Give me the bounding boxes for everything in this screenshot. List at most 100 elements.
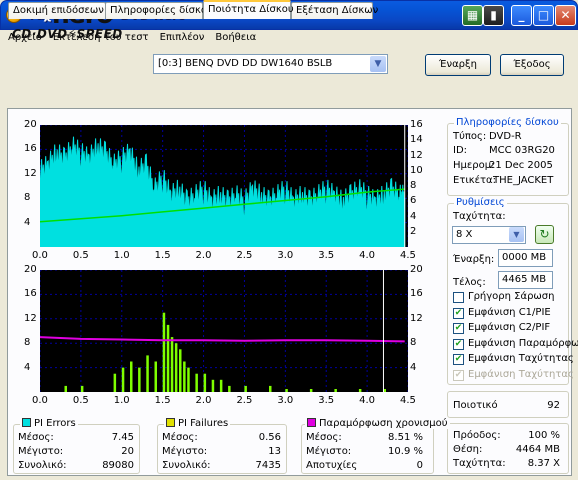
pi-failures-bar bbox=[269, 385, 272, 392]
y-tick-label: 8 bbox=[24, 192, 31, 204]
cd-dvd-speed-logo: CD·DVD⚡SPEED bbox=[12, 27, 123, 41]
x-tick-label: 2.5 bbox=[236, 395, 253, 406]
checkbox-2[interactable]: ✔ bbox=[453, 323, 464, 334]
y-tick-label: 4 bbox=[24, 361, 31, 373]
quality-label: Ποιοτικό bbox=[453, 400, 498, 411]
pi-failures-bar bbox=[244, 385, 247, 392]
pi-failures-avg-label: Μέσος: bbox=[162, 432, 198, 443]
disc-type-label: Τύπος: bbox=[453, 131, 487, 142]
pi-failures-title-text: PI Failures bbox=[178, 418, 229, 429]
pi-failures-total: 7435 bbox=[255, 460, 281, 471]
jitter-fail: 0 bbox=[416, 460, 423, 471]
y-tick-label: 20 bbox=[24, 264, 37, 275]
start-input[interactable]: 0000 MB bbox=[498, 249, 553, 267]
checkbox-label-5: Εμφάνιση Ταχύτητας bbox=[468, 368, 574, 380]
y2-tick-label: 4 bbox=[410, 361, 417, 373]
tab-benchmark[interactable]: Δοκιμή επιδόσεων bbox=[8, 2, 106, 19]
pi-failures-stats: PI Failures Μέσος: 0.56 Μέγιστο: 13 Συνο… bbox=[157, 418, 287, 474]
x-tick-label: 0.0 bbox=[32, 250, 48, 261]
y-tick-label: 16 bbox=[24, 143, 37, 155]
y2-tick-label: 8 bbox=[410, 180, 417, 191]
checkbox-5: ✔ bbox=[453, 369, 464, 381]
jitter-color bbox=[307, 418, 316, 427]
x-tick-label: 4.5 bbox=[400, 250, 416, 261]
y2-tick-label: 16 bbox=[410, 288, 423, 300]
pi-failures-bar bbox=[162, 312, 166, 392]
x-tick-label: 3.5 bbox=[318, 250, 335, 261]
disc-info-group: Πληροφορίες δίσκου Τύπος: DVD-R ID: MCC … bbox=[447, 117, 569, 196]
speed-select-value: 8 X bbox=[456, 229, 473, 240]
x-tick-label: 3.5 bbox=[318, 395, 335, 406]
y2-tick-label: 20 bbox=[410, 264, 423, 275]
jitter-title: Παραμόρφωση χρονισμού bbox=[305, 418, 450, 429]
pi-failures-max-label: Μέγιστο: bbox=[162, 446, 208, 457]
jitter-max: 10.9 % bbox=[388, 446, 423, 457]
x-tick-label: 4.0 bbox=[359, 395, 376, 406]
pi-failures-bar bbox=[219, 379, 223, 392]
pi-failures-bar bbox=[309, 389, 313, 392]
position-label: Θέση: bbox=[453, 444, 483, 455]
pi-failures-bar bbox=[64, 385, 67, 392]
pi-failures-bar bbox=[195, 373, 198, 392]
pi-failures-bar bbox=[183, 361, 186, 392]
speed-select[interactable]: 8 X ▼ bbox=[452, 226, 526, 244]
drive-select-value: [0:3] BENQ DVD DD DW1640 BSLB bbox=[158, 58, 333, 69]
menu-extra[interactable]: Επιπλέον bbox=[152, 30, 208, 47]
settings-group: Ρυθμίσεις Ταχύτητα: 8 X ▼ ↻ Έναρξη: 0000… bbox=[447, 197, 578, 385]
x-tick-label: 4.5 bbox=[400, 395, 416, 406]
pi-errors-avg: 7.45 bbox=[111, 432, 134, 443]
disc-type-value: DVD-R bbox=[489, 131, 522, 142]
x-tick-label: 0.5 bbox=[72, 395, 89, 406]
pi-failures-bar bbox=[166, 324, 170, 392]
pi-failures-bar bbox=[174, 343, 178, 392]
checkbox-1[interactable]: ✔ bbox=[453, 307, 464, 319]
y2-tick-label: 12 bbox=[410, 149, 423, 161]
y2-tick-label: 4 bbox=[410, 210, 417, 222]
checkbox-label-3: Εμφάνιση Παραμόρφω bbox=[468, 337, 578, 349]
disc-date-value: 21 Dec 2005 bbox=[489, 160, 553, 171]
end-input[interactable]: 4465 MB bbox=[498, 271, 553, 289]
pi-errors-total-label: Συνολικό: bbox=[18, 460, 67, 471]
refresh-icon[interactable]: ↻ bbox=[535, 225, 554, 244]
minimize-button[interactable]: _ bbox=[511, 5, 532, 26]
exit-button[interactable]: Έξοδος bbox=[500, 54, 564, 76]
jitter-fail-label: Αποτυχίες bbox=[306, 460, 358, 471]
pi-errors-title: PI Errors bbox=[20, 418, 78, 429]
drive-select[interactable]: [0:3] BENQ DVD DD DW1640 BSLB ▼ bbox=[153, 54, 388, 74]
checkbox-0[interactable] bbox=[453, 292, 464, 303]
tab-disc-quality[interactable]: Ποιότητα Δίσκου bbox=[203, 0, 294, 19]
pi-failures-bar bbox=[146, 355, 149, 392]
x-tick-label: 1.5 bbox=[154, 250, 171, 261]
y2-tick-label: 8 bbox=[410, 337, 417, 349]
maximize-button[interactable]: □ bbox=[533, 5, 554, 26]
disc-tag-label: Ετικέτα: bbox=[453, 175, 497, 186]
y-tick-label: 4 bbox=[24, 216, 31, 228]
checkbox-label-4: Εμφάνιση Ταχύτητας bbox=[468, 353, 574, 364]
tab-scan-disc[interactable]: Εξέταση Δίσκων bbox=[291, 2, 378, 19]
pi-failures-bar bbox=[130, 361, 133, 392]
checkbox-3[interactable]: ✔ bbox=[453, 338, 464, 350]
start-button[interactable]: Έναρξη bbox=[425, 54, 491, 76]
pi-failures-chart-svg bbox=[40, 270, 408, 392]
pi-failures-max: 13 bbox=[268, 446, 281, 457]
pi-failures-bar bbox=[228, 385, 231, 392]
console-icon[interactable]: ▮ bbox=[483, 5, 504, 26]
current-speed-value: 8.37 X bbox=[527, 458, 560, 469]
chevron-down-icon[interactable]: ▼ bbox=[370, 56, 386, 72]
x-tick-label: 0.5 bbox=[72, 250, 89, 261]
menu-help[interactable]: Βοήθεια bbox=[207, 30, 259, 47]
checkbox-4[interactable]: ✔ bbox=[453, 354, 464, 365]
x-tick-label: 1.5 bbox=[154, 395, 171, 406]
close-button[interactable]: ✕ bbox=[555, 5, 576, 26]
pi-failures-bar bbox=[80, 385, 84, 392]
pi-errors-total: 89080 bbox=[102, 460, 134, 471]
jitter-avg-label: Μέσος: bbox=[306, 432, 342, 443]
chevron-down-icon[interactable]: ▼ bbox=[509, 227, 524, 242]
tab-disc-info[interactable]: Πληροφορίες δίσκου bbox=[105, 2, 213, 19]
grid-icon[interactable]: ▦ bbox=[462, 5, 483, 26]
pi-errors-max-label: Μέγιστο: bbox=[18, 446, 64, 457]
pi-failures-bar bbox=[138, 367, 141, 392]
x-tick-label: 1.0 bbox=[113, 395, 130, 406]
y-tick-label: 12 bbox=[24, 312, 37, 324]
x-tick-label: 2.5 bbox=[236, 250, 253, 261]
